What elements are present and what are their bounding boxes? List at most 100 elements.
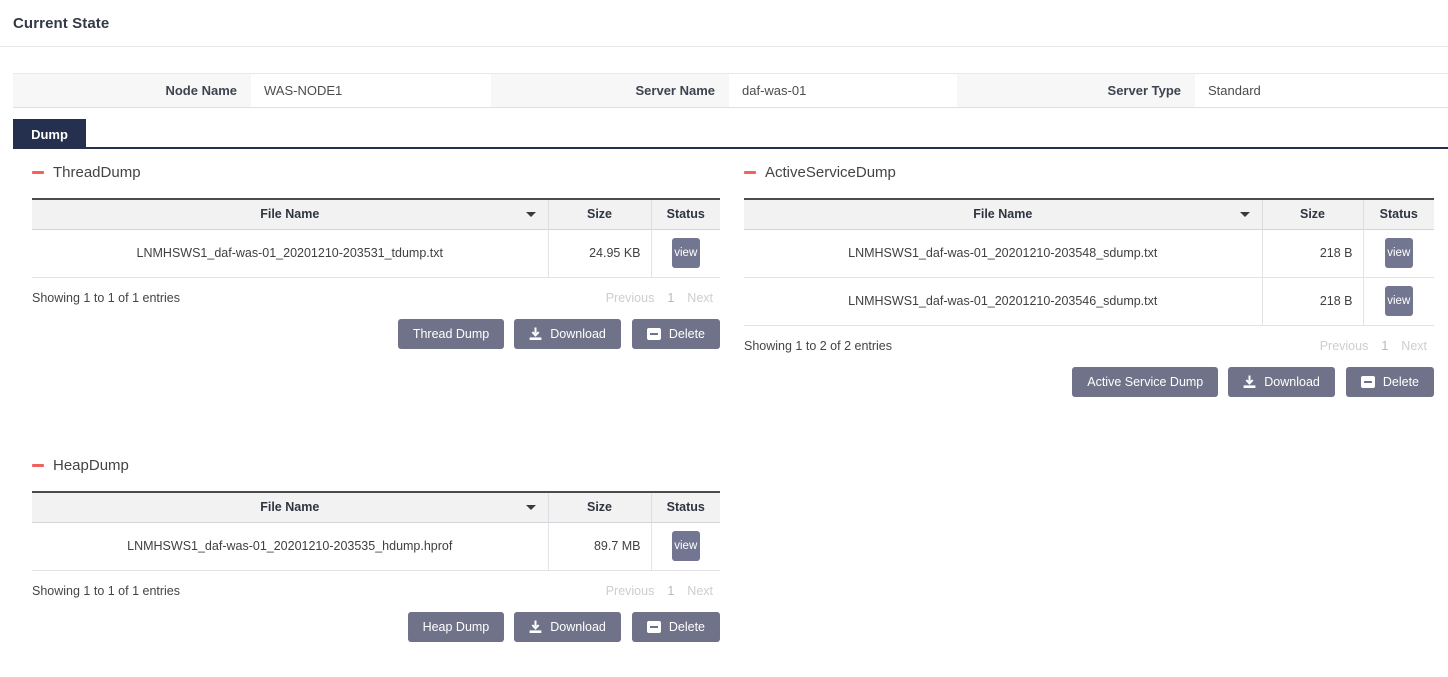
thread-dump-actions: Thread Dump Download Delete: [32, 319, 720, 349]
cell-status: view: [1363, 277, 1434, 325]
heap-dump-title: HeapDump: [32, 455, 720, 475]
delete-button[interactable]: Delete: [632, 612, 720, 642]
pagination: Previous 1 Next: [1313, 339, 1434, 353]
showing-entries-text: Showing 1 to 2 of 2 entries: [744, 339, 892, 353]
view-button[interactable]: view: [672, 238, 700, 268]
column-header-size[interactable]: Size: [548, 492, 651, 522]
download-icon: [1243, 375, 1256, 389]
minus-square-icon: [647, 621, 661, 633]
view-button[interactable]: view: [1385, 238, 1413, 268]
column-header-status[interactable]: Status: [651, 199, 720, 229]
collapse-minus-icon[interactable]: [32, 464, 44, 467]
info-field-server-type: Server Type Standard: [957, 74, 1448, 107]
cell-file-name: LNMHSWS1_daf-was-01_20201210-203548_sdum…: [744, 229, 1262, 277]
column-header-status[interactable]: Status: [651, 492, 720, 522]
pagination-page-1[interactable]: 1: [661, 584, 680, 598]
collapse-minus-icon[interactable]: [32, 171, 44, 174]
cell-size: 218 B: [1262, 277, 1363, 325]
pagination-previous[interactable]: Previous: [599, 584, 662, 598]
minus-square-icon: [647, 328, 661, 340]
column-header-size[interactable]: Size: [548, 199, 651, 229]
cell-size: 89.7 MB: [548, 522, 651, 570]
column-header-file-name-text: File Name: [260, 500, 319, 514]
showing-entries-text: Showing 1 to 1 of 1 entries: [32, 584, 180, 598]
pagination-previous[interactable]: Previous: [1313, 339, 1376, 353]
sort-descending-icon[interactable]: [1240, 212, 1250, 217]
minus-square-icon: [1361, 376, 1375, 388]
active-service-dump-table-footer: Showing 1 to 2 of 2 entries Previous 1 N…: [744, 326, 1434, 358]
download-icon: [529, 327, 542, 341]
panel-thread-dump: ThreadDump File Name Size Status LNMHSWS…: [32, 162, 720, 349]
showing-entries-text: Showing 1 to 1 of 1 entries: [32, 291, 180, 305]
thread-dump-title-text: ThreadDump: [53, 164, 141, 181]
heap-dump-title-text: HeapDump: [53, 457, 129, 474]
sort-descending-icon[interactable]: [526, 505, 536, 510]
heap-dump-table-footer: Showing 1 to 1 of 1 entries Previous 1 N…: [32, 571, 720, 603]
node-name-label: Node Name: [13, 74, 251, 107]
server-type-label: Server Type: [957, 74, 1195, 107]
download-button-label: Download: [550, 327, 606, 341]
column-header-file-name[interactable]: File Name: [32, 199, 548, 229]
info-field-server-name: Server Name daf-was-01: [491, 74, 957, 107]
download-icon: [529, 620, 542, 634]
heap-dump-button[interactable]: Heap Dump: [408, 612, 505, 642]
tab-dump[interactable]: Dump: [13, 119, 86, 149]
download-button[interactable]: Download: [514, 319, 621, 349]
table-row[interactable]: LNMHSWS1_daf-was-01_20201210-203548_sdum…: [744, 229, 1434, 277]
table-header-row: File Name Size Status: [744, 199, 1434, 229]
pagination-next[interactable]: Next: [680, 291, 720, 305]
pagination-page-1[interactable]: 1: [1375, 339, 1394, 353]
cell-status: view: [1363, 229, 1434, 277]
cell-size: 218 B: [1262, 229, 1363, 277]
delete-button[interactable]: Delete: [1346, 367, 1434, 397]
cell-file-name: LNMHSWS1_daf-was-01_20201210-203531_tdum…: [32, 229, 548, 277]
page-header: Current State: [0, 0, 1448, 47]
view-button[interactable]: view: [1385, 286, 1413, 316]
server-name-value: daf-was-01: [729, 74, 957, 107]
column-header-file-name[interactable]: File Name: [32, 492, 548, 522]
cell-size: 24.95 KB: [548, 229, 651, 277]
pagination-page-1[interactable]: 1: [661, 291, 680, 305]
table-row[interactable]: LNMHSWS1_daf-was-01_20201210-203546_sdum…: [744, 277, 1434, 325]
table-header-row: File Name Size Status: [32, 199, 720, 229]
active-service-dump-table: File Name Size Status LNMHSWS1_daf-was-0…: [744, 198, 1434, 326]
pagination-next[interactable]: Next: [1394, 339, 1434, 353]
page-title: Current State: [13, 15, 109, 32]
column-header-file-name-text: File Name: [973, 207, 1032, 221]
pagination-next[interactable]: Next: [680, 584, 720, 598]
server-name-label: Server Name: [491, 74, 729, 107]
download-button-label: Download: [1264, 375, 1320, 389]
table-row[interactable]: LNMHSWS1_daf-was-01_20201210-203531_tdum…: [32, 229, 720, 277]
thread-dump-title: ThreadDump: [32, 162, 720, 182]
cell-file-name: LNMHSWS1_daf-was-01_20201210-203535_hdum…: [32, 522, 548, 570]
pagination-previous[interactable]: Previous: [599, 291, 662, 305]
thread-dump-button[interactable]: Thread Dump: [398, 319, 504, 349]
table-row[interactable]: LNMHSWS1_daf-was-01_20201210-203535_hdum…: [32, 522, 720, 570]
server-type-value: Standard: [1195, 74, 1448, 107]
download-button-label: Download: [550, 620, 606, 634]
heap-dump-table: File Name Size Status LNMHSWS1_daf-was-0…: [32, 491, 720, 571]
collapse-minus-icon[interactable]: [744, 171, 756, 174]
thread-dump-table: File Name Size Status LNMHSWS1_daf-was-0…: [32, 198, 720, 278]
column-header-file-name[interactable]: File Name: [744, 199, 1262, 229]
column-header-file-name-text: File Name: [260, 207, 319, 221]
column-header-size[interactable]: Size: [1262, 199, 1363, 229]
download-button[interactable]: Download: [514, 612, 621, 642]
active-service-dump-title: ActiveServiceDump: [744, 162, 1434, 182]
cell-status: view: [651, 522, 720, 570]
delete-button[interactable]: Delete: [632, 319, 720, 349]
delete-button-label: Delete: [669, 620, 705, 634]
table-header-row: File Name Size Status: [32, 492, 720, 522]
delete-button-label: Delete: [1383, 375, 1419, 389]
active-service-dump-button[interactable]: Active Service Dump: [1072, 367, 1218, 397]
panel-active-service-dump: ActiveServiceDump File Name Size Status …: [744, 162, 1434, 397]
server-info-bar: Node Name WAS-NODE1 Server Name daf-was-…: [13, 73, 1448, 108]
view-button[interactable]: view: [672, 531, 700, 561]
active-service-dump-actions: Active Service Dump Download Delete: [744, 367, 1434, 397]
pagination: Previous 1 Next: [599, 291, 720, 305]
column-header-status[interactable]: Status: [1363, 199, 1434, 229]
sort-descending-icon[interactable]: [526, 212, 536, 217]
download-button[interactable]: Download: [1228, 367, 1335, 397]
delete-button-label: Delete: [669, 327, 705, 341]
thread-dump-table-footer: Showing 1 to 1 of 1 entries Previous 1 N…: [32, 278, 720, 310]
